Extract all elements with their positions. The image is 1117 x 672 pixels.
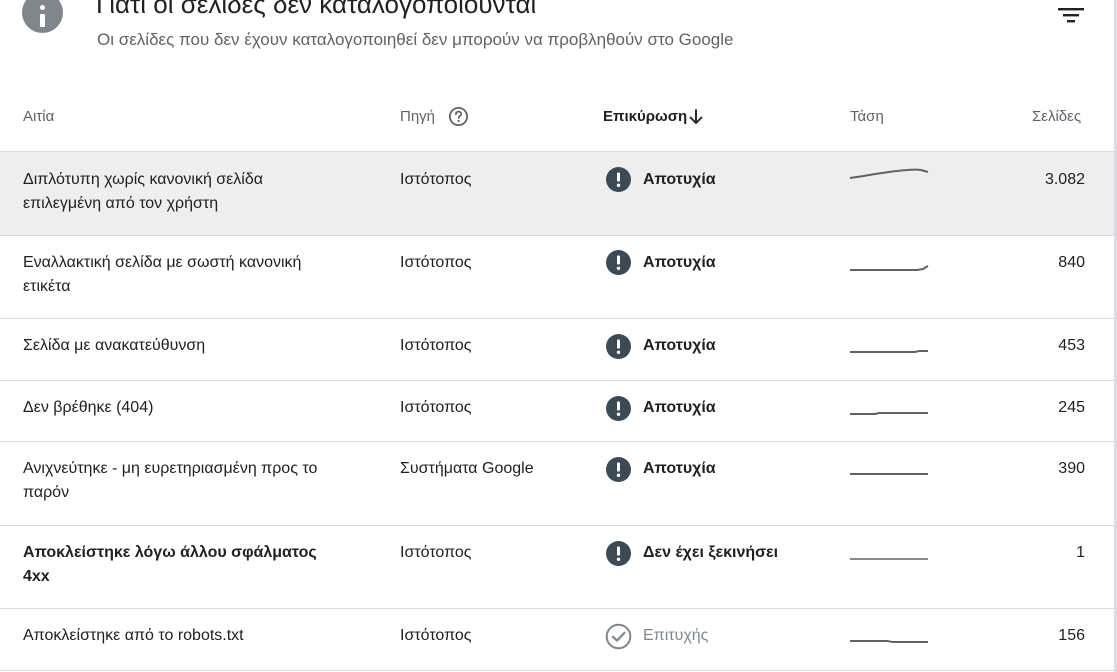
column-header-trend[interactable]: Τάση — [850, 107, 884, 127]
table-row[interactable]: Αποκλείστηκε από το robots.txt Ιστότοπος… — [0, 609, 1114, 671]
row-reason[interactable]: Σελίδα με ανακατεύθυνση — [23, 334, 343, 358]
trend-sparkline — [850, 473, 928, 475]
trend-sparkline — [850, 265, 929, 271]
row-pages-count: 840 — [1058, 254, 1085, 271]
page-title: Γιατί οι σελίδες δεν καταλογοποιούνται — [96, 0, 537, 19]
row-source: Ιστότοπος — [400, 171, 472, 188]
trend-sparkline — [850, 558, 928, 560]
error-icon — [606, 334, 631, 359]
row-pages-count: 1 — [1076, 544, 1085, 561]
row-source: Ιστότοπος — [400, 337, 472, 354]
info-icon — [22, 0, 63, 33]
table-row[interactable]: Σελίδα με ανακατεύθυνση Ιστότοπος Αποτυχ… — [0, 319, 1114, 381]
table-row[interactable]: Ανιχνεύτηκε - μη ευρετηριασμένη προς το … — [0, 442, 1114, 526]
row-pages-count: 390 — [1058, 460, 1085, 477]
row-validation-status: Αποτυχία — [643, 171, 716, 188]
row-pages-count: 453 — [1058, 337, 1085, 354]
check-circle-icon — [605, 623, 632, 650]
row-source: Ιστότοπος — [400, 399, 472, 416]
trend-sparkline — [849, 168, 929, 179]
trend-sparkline — [850, 640, 928, 643]
filter-list-icon[interactable] — [1056, 4, 1086, 26]
row-source: Ιστότοπος — [400, 627, 472, 644]
row-reason[interactable]: Εναλλακτική σελίδα με σωστή κανονική ετι… — [23, 251, 343, 299]
arrow-downward-icon[interactable] — [687, 108, 705, 126]
help-icon[interactable] — [448, 106, 469, 127]
row-validation-status: Αποτυχία — [643, 399, 716, 416]
trend-sparkline — [850, 350, 928, 353]
error-icon — [606, 541, 631, 566]
table-row[interactable]: Δεν βρέθηκε (404) Ιστότοπος Αποτυχία 245 — [0, 381, 1114, 442]
error-icon — [606, 396, 631, 421]
row-reason[interactable]: Δεν βρέθηκε (404) — [23, 396, 343, 420]
column-header-reason[interactable]: Αιτία — [23, 107, 54, 127]
row-pages-count: 245 — [1058, 399, 1085, 416]
trend-sparkline — [850, 412, 928, 415]
error-icon — [606, 250, 631, 275]
row-validation-status: Αποτυχία — [643, 460, 716, 477]
row-validation-status: Δεν έχει ξεκινήσει — [643, 544, 779, 561]
page-subtitle: Οι σελίδες που δεν έχουν καταλογοποιηθεί… — [97, 30, 734, 49]
table-row[interactable]: Αποκλείστηκε λόγω άλλου σφάλματος 4xx Ισ… — [0, 526, 1114, 609]
table-row[interactable]: Διπλότυπη χωρίς κανονική σελίδα επιλεγμέ… — [0, 152, 1114, 236]
row-validation-status: Επιτυχής — [643, 627, 709, 644]
page-header: Γιατί οι σελίδες δεν καταλογοποιούνται Ο… — [0, 0, 1114, 80]
row-reason[interactable]: Ανιχνεύτηκε - μη ευρετηριασμένη προς το … — [23, 457, 343, 505]
row-pages-count: 3.082 — [1044, 171, 1085, 188]
row-reason[interactable]: Αποκλείστηκε από το robots.txt — [23, 624, 343, 648]
table-row[interactable]: Εναλλακτική σελίδα με σωστή κανονική ετι… — [0, 236, 1114, 319]
row-validation-status: Αποτυχία — [643, 254, 716, 271]
column-header-pages[interactable]: Σελίδες — [1032, 107, 1081, 127]
column-header-validation[interactable]: Επικύρωση — [603, 107, 687, 127]
error-icon — [606, 167, 631, 192]
row-validation-status: Αποτυχία — [643, 337, 716, 354]
column-header-source[interactable]: Πηγή — [400, 107, 435, 127]
row-reason[interactable]: Αποκλείστηκε λόγω άλλου σφάλματος 4xx — [23, 541, 343, 589]
error-icon — [606, 457, 631, 482]
row-pages-count: 156 — [1058, 627, 1085, 644]
row-source: Συστήματα Google — [400, 460, 534, 477]
row-reason[interactable]: Διπλότυπη χωρίς κανονική σελίδα επιλεγμέ… — [23, 168, 343, 216]
row-source: Ιστότοπος — [400, 254, 472, 271]
row-source: Ιστότοπος — [400, 544, 472, 561]
